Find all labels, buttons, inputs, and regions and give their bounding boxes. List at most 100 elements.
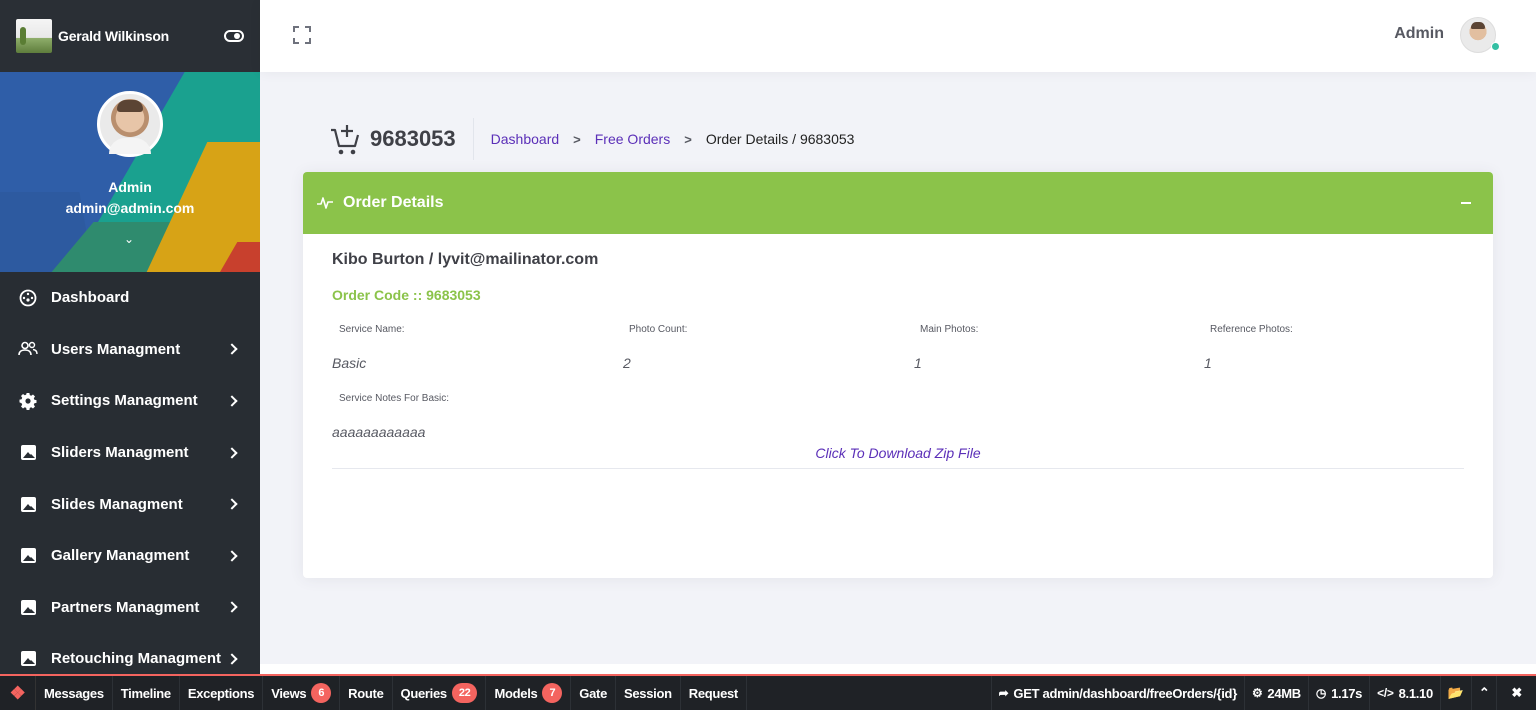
service-notes-label: Service Notes For Basic: [339,393,450,404]
debug-tab-label: Session [624,685,672,701]
fullscreen-icon[interactable] [293,26,311,44]
sidebar-user-panel: Admin admin@admin.com ⌄ [0,72,260,272]
cogs-icon: ⚙ [1251,686,1263,700]
download-zip-link[interactable]: Click To Download Zip File [303,445,1493,461]
sidebar-item-dashboard[interactable]: Dashboard [0,272,260,324]
breadcrumb-current: Order Details / 9683053 [705,131,855,147]
page-title: 9683053 [370,118,474,160]
users-icon [18,340,38,358]
dashboard-icon [18,289,38,307]
debug-tab-route[interactable]: Route [340,676,393,710]
image-icon [18,650,38,668]
debug-time[interactable]: ◷ 1.17s [1307,676,1369,710]
order-code: Order Code :: 9683053 [332,287,481,303]
avatar [97,91,163,157]
debug-tab-session[interactable]: Session [616,676,681,710]
sidebar-item-label: Partners Managment [51,598,200,616]
panel-header: Order Details [303,172,1493,234]
laravel-logo-icon[interactable]: ❖ [0,676,36,710]
sidebar-item-sliders[interactable]: Sliders Managment [0,427,260,479]
chevron-right-icon [226,446,238,459]
brand-name: Gerald Wilkinson [58,28,170,44]
brand-logo[interactable] [16,19,52,53]
sidebar-user-email: admin@admin.com [65,200,195,216]
memory-text: 24MB [1267,685,1301,701]
debug-tab-label: Views [271,685,307,701]
sidebar: Gerald Wilkinson Admin admin@admin.com ⌄… [0,0,260,676]
chevron-down-icon[interactable]: ⌄ [124,232,134,246]
folder-open-icon[interactable]: 📂 [1439,676,1471,710]
sidebar-item-retouching[interactable]: Retouching Managment [0,633,260,676]
topbar-user-name[interactable]: Admin [1394,25,1444,43]
sidebar-item-partners[interactable]: Partners Managment [0,582,260,634]
pulse-icon [317,196,333,210]
chevron-right-icon [226,343,238,356]
service-notes-value: aaaaaaaaaaaa [332,424,426,440]
debug-tab-timeline[interactable]: Timeline [113,676,180,710]
photo-count-label: Photo Count: [629,324,688,335]
chevron-right-icon [226,395,238,407]
clock-icon: ◷ [1315,686,1327,700]
debug-tab-models[interactable]: Models 7 [486,676,572,710]
photo-count-value: 2 [623,355,631,371]
sidebar-toggle-icon[interactable] [224,30,244,42]
gear-icon [18,392,38,410]
sidebar-item-label: Slides Managment [51,495,183,513]
count-badge: 7 [542,683,563,703]
debug-tab-label: Timeline [120,685,171,701]
collapse-icon[interactable] [1461,202,1471,204]
debug-tab-label: Gate [579,685,607,701]
sidebar-item-label: Dashboard [51,289,130,307]
main-photos-value: 1 [914,355,922,371]
panel-title: Order Details [343,194,444,211]
debug-bar: ❖ Messages Timeline Exceptions Views 6 Ro… [0,674,1536,710]
debug-tab-queries[interactable]: Queries 22 [393,676,487,710]
breadcrumb-dashboard[interactable]: Dashboard [491,131,560,147]
sidebar-item-label: Gallery Managment [51,547,190,565]
sidebar-user-name: Admin [108,179,152,195]
breadcrumb: Dashboard > Free Orders > Order Details … [491,131,855,147]
sidebar-item-label: Sliders Managment [51,444,189,462]
sidebar-item-slides[interactable]: Slides Managment [0,478,260,530]
sidebar-item-users[interactable]: Users Managment [0,324,260,376]
debug-tab-messages[interactable]: Messages [36,676,113,710]
debug-tab-gate[interactable]: Gate [571,676,616,710]
debug-tab-label: Models [494,685,538,701]
reference-photos-value: 1 [1204,355,1212,371]
code-icon: </> [1377,686,1394,700]
sidebar-menu: Dashboard Users Managment Settings Manag… [0,272,260,676]
reference-photos-label: Reference Photos: [1210,324,1293,335]
sidebar-item-gallery[interactable]: Gallery Managment [0,530,260,582]
chevron-up-icon[interactable]: ⌃ [1470,676,1497,710]
debug-status-group: ➦ GET admin/dashboard/freeOrders/{id} ⚙ 24… [990,676,1536,710]
debug-tab-label: Request [688,685,739,701]
count-badge: 6 [311,683,332,703]
service-name-value: Basic [332,355,367,371]
close-icon[interactable]: ✖ [1496,676,1536,710]
image-icon [18,598,38,616]
breadcrumb-free-orders[interactable]: Free Orders [595,131,670,147]
chevron-right-icon [226,550,238,562]
debug-memory: ⚙ 24MB [1243,676,1308,710]
php-version-text: 8.1.10 [1398,685,1434,701]
sidebar-item-label: Settings Managment [51,392,198,410]
customer-info: Kibo Burton / lyvit@mailinator.com [332,251,599,268]
sidebar-header: Gerald Wilkinson [0,0,260,72]
chevron-right-icon: > [684,131,692,147]
sidebar-item-label: Users Managment [51,340,181,358]
main-photos-label: Main Photos: [920,324,979,335]
subheader: 9683053 Dashboard > Free Orders > Order … [330,118,854,160]
debug-tab-label: Exceptions [187,685,255,701]
debug-tab-label: Queries [400,685,448,701]
debug-request-route[interactable]: ➦ GET admin/dashboard/freeOrders/{id} [990,676,1244,710]
image-icon [18,547,38,565]
online-status-icon [1491,42,1500,51]
debug-tab-views[interactable]: Views 6 [263,676,341,710]
request-text: GET admin/dashboard/freeOrders/{id} [1013,685,1237,701]
service-name-label: Service Name: [339,324,405,335]
sidebar-item-settings[interactable]: Settings Managment [0,375,260,427]
debug-tab-exceptions[interactable]: Exceptions [180,676,264,710]
cart-plus-icon [330,122,360,156]
debug-tab-label: Route [348,685,384,701]
debug-tab-request[interactable]: Request [681,676,747,710]
